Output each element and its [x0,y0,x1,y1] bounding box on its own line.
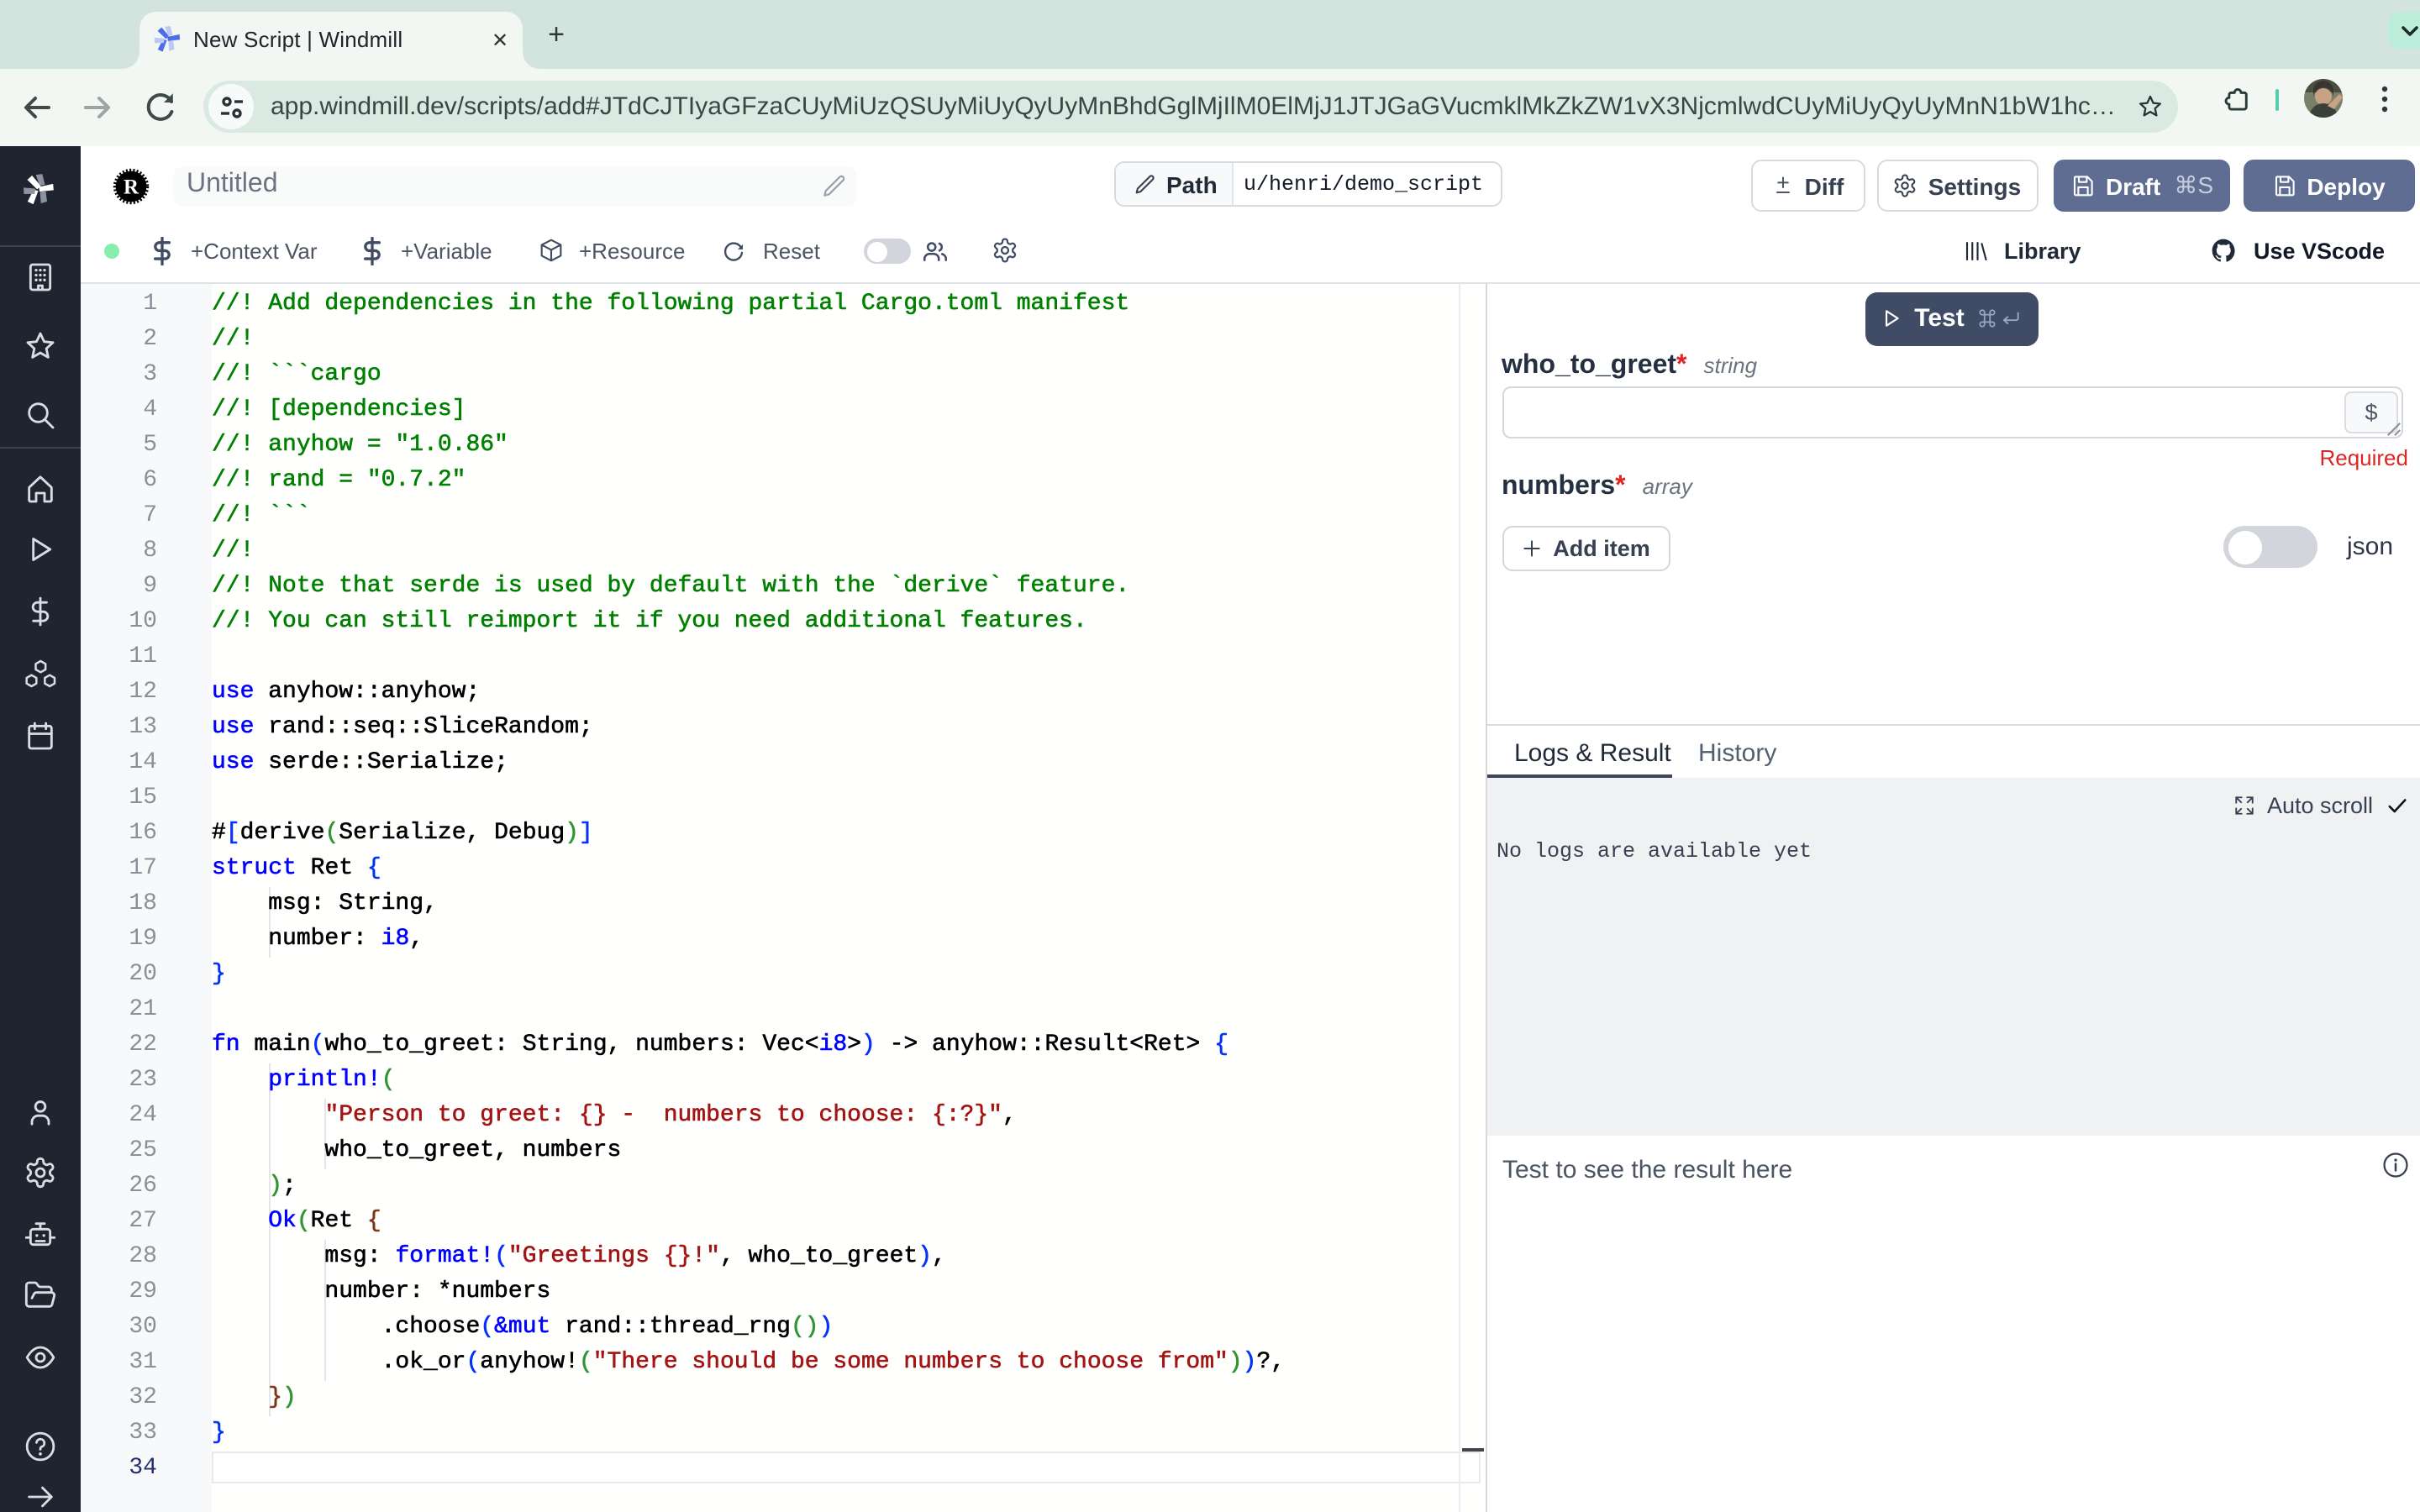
svg-text:R: R [124,176,139,198]
